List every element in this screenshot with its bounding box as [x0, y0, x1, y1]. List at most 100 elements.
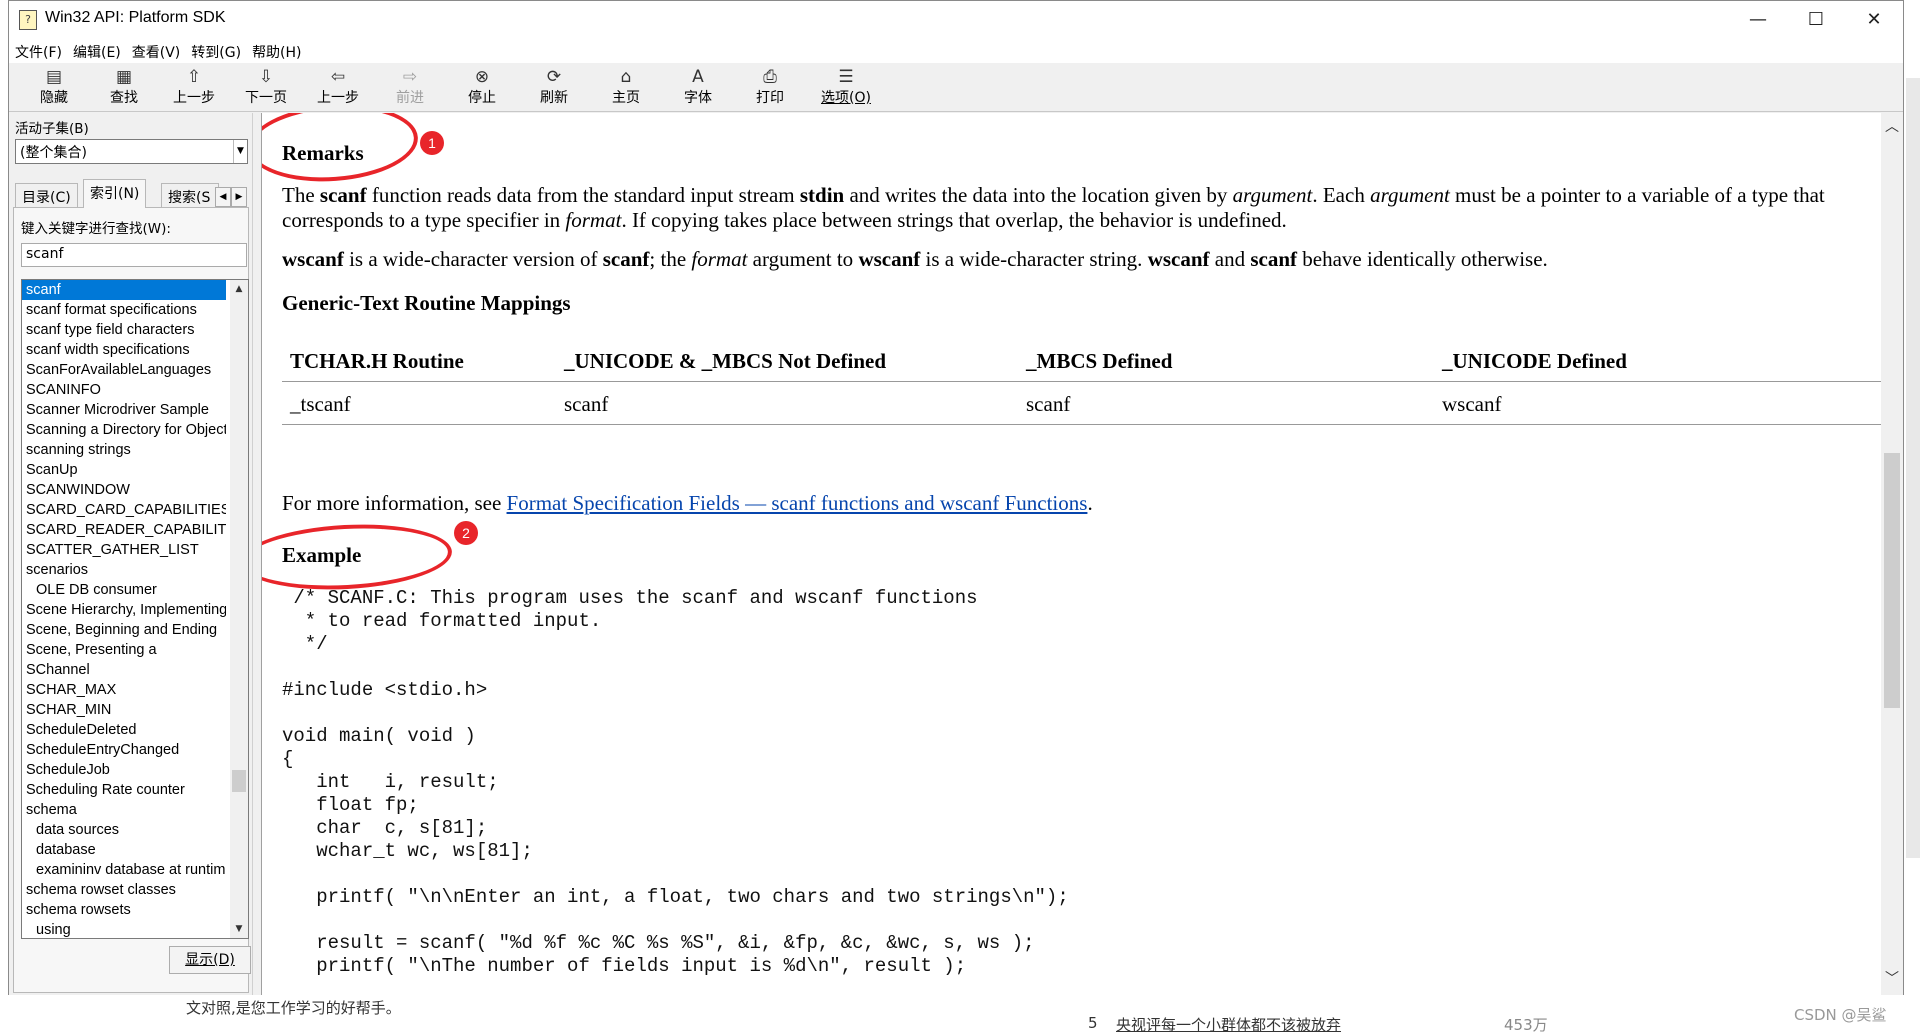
list-item[interactable]: SChannel: [22, 660, 226, 680]
example-code: /* SCANF.C: This program uses the scanf …: [282, 587, 1069, 977]
hide-icon: ▤: [45, 67, 63, 87]
list-item[interactable]: using: [22, 920, 226, 938]
list-item[interactable]: Scanning a Directory for Objects: [22, 420, 226, 440]
list-item[interactable]: SCATTER_GATHER_LIST: [22, 540, 226, 560]
list-item[interactable]: schema rowset classes: [22, 880, 226, 900]
toolbar-options-button[interactable]: ☰ 选项(O): [809, 65, 883, 111]
list-item[interactable]: OLE DB consumer: [22, 580, 226, 600]
list-item[interactable]: Scene, Presenting a: [22, 640, 226, 660]
text-run: argument to: [747, 247, 859, 271]
content-scrollbar[interactable]: ︿ ﹀: [1881, 113, 1903, 995]
list-item[interactable]: scenarios: [22, 560, 226, 580]
menu-help[interactable]: 帮助(H): [246, 39, 306, 62]
chevron-down-icon[interactable]: ▼: [233, 140, 247, 163]
toolbar-refresh-button[interactable]: ⟳ 刷新: [521, 65, 587, 111]
down-arrow-icon: ⇩: [258, 67, 274, 87]
text-run: The: [282, 183, 320, 207]
index-list[interactable]: scanf scanf format specifications scanf ty…: [21, 279, 249, 939]
news-number: 5: [1088, 1014, 1098, 1032]
menu-bar: 文件(F) 编辑(E) 查看(V) 转到(G) 帮助(H): [9, 39, 1903, 63]
list-item[interactable]: SCARD_READER_CAPABILITIES: [22, 520, 226, 540]
news-link[interactable]: 央视评每一个小群体都不该被放弃: [1116, 1014, 1341, 1035]
toolbar-up-button[interactable]: ⇧ 上一步: [161, 65, 227, 111]
chevron-right-icon[interactable]: ▶: [231, 187, 247, 207]
toolbar-locate-button[interactable]: ▦ 查找: [91, 65, 157, 111]
forward-arrow-icon: ⇨: [402, 67, 418, 87]
list-item[interactable]: Scheduling Rate counter: [22, 780, 226, 800]
list-item[interactable]: database: [22, 840, 226, 860]
close-button[interactable]: ✕: [1845, 1, 1903, 39]
list-item[interactable]: data sources: [22, 820, 226, 840]
scroll-down-icon[interactable]: ﹀: [1881, 969, 1903, 991]
list-item[interactable]: schema rowsets: [22, 900, 226, 920]
table-divider: [282, 424, 1892, 425]
display-button[interactable]: 显示(D): [169, 946, 251, 974]
toolbar-hide-button[interactable]: ▤ 隐藏: [21, 65, 87, 111]
text-run: and writes the data into the location gi…: [844, 183, 1233, 207]
news-view-count: 453万: [1504, 1016, 1548, 1034]
list-item[interactable]: ScheduleJob: [22, 760, 226, 780]
list-item[interactable]: ScheduleDeleted: [22, 720, 226, 740]
toolbar-back-button[interactable]: ⇦ 上一步: [305, 65, 371, 111]
toolbar-forward-button[interactable]: ⇨ 前进: [377, 65, 443, 111]
text-run: . Each: [1312, 183, 1371, 207]
text-run: behave identically otherwise.: [1297, 247, 1548, 271]
index-scroll-thumb[interactable]: [232, 770, 246, 792]
stop-icon: ⊗: [474, 67, 490, 87]
menu-edit[interactable]: 编辑(E): [67, 39, 126, 62]
list-item[interactable]: SCARD_CARD_CAPABILITIES: [22, 500, 226, 520]
text-run: argument: [1370, 183, 1450, 207]
text-run: and: [1209, 247, 1251, 271]
content-scroll-thumb[interactable]: [1884, 453, 1900, 708]
toolbar-home-button[interactable]: ⌂ 主页: [593, 65, 659, 111]
table-header-cell: _UNICODE Defined: [1442, 349, 1627, 373]
list-item[interactable]: scanning strings: [22, 440, 226, 460]
tab-contents[interactable]: 目录(C): [15, 183, 78, 207]
list-item[interactable]: scanf width specifications: [22, 340, 226, 360]
toolbar-print-button[interactable]: ⎙ 打印: [737, 65, 803, 111]
subset-dropdown[interactable]: (整个集合) ▼: [15, 139, 248, 164]
scroll-down-icon[interactable]: ▼: [230, 920, 248, 938]
tab-index[interactable]: 索引(N): [83, 179, 147, 208]
toolbar-font-button[interactable]: A 字体: [665, 65, 731, 111]
scroll-up-icon[interactable]: ︿: [1881, 117, 1903, 139]
text-run: ; the: [649, 247, 692, 271]
minimize-button[interactable]: —: [1729, 1, 1787, 39]
format-spec-link[interactable]: Format Specification Fields — scanf func…: [507, 491, 1088, 515]
keyword-input[interactable]: scanf: [21, 243, 247, 267]
scroll-up-icon[interactable]: ▲: [230, 280, 248, 298]
maximize-button[interactable]: ☐: [1787, 1, 1845, 39]
list-item[interactable]: ScheduleEntryChanged: [22, 740, 226, 760]
topic-content: Remarks The scanf function reads data fr…: [262, 113, 1903, 995]
index-list-scrollbar[interactable]: ▲ ▼: [230, 280, 248, 938]
list-item[interactable]: SCANINFO: [22, 380, 226, 400]
text-run: stdin: [799, 183, 845, 207]
list-item[interactable]: scanf type field characters: [22, 320, 226, 340]
menu-file[interactable]: 文件(F): [9, 39, 67, 62]
chevron-left-icon[interactable]: ◀: [215, 187, 231, 207]
list-item[interactable]: scanf format specifications: [22, 300, 226, 320]
menu-view[interactable]: 查看(V): [126, 39, 186, 62]
list-item[interactable]: SCHAR_MIN: [22, 700, 226, 720]
list-item[interactable]: Scene, Beginning and Ending: [22, 620, 226, 640]
list-item[interactable]: Scanner Microdriver Sample: [22, 400, 226, 420]
list-item[interactable]: SCHAR_MAX: [22, 680, 226, 700]
list-item[interactable]: ScanForAvailableLanguages: [22, 360, 226, 380]
toolbar-stop-button[interactable]: ⊗ 停止: [449, 65, 515, 111]
refresh-icon: ⟳: [546, 67, 562, 87]
toolbar-next-page-button[interactable]: ⇩ 下一页: [233, 65, 299, 111]
outer-page-scrollbar[interactable]: [1906, 78, 1920, 858]
pane-splitter[interactable]: [252, 113, 262, 995]
list-item[interactable]: schema: [22, 800, 226, 820]
list-item[interactable]: Scene Hierarchy, Implementing: [22, 600, 226, 620]
app-icon: ?: [19, 10, 37, 30]
text-run: wscanf: [1147, 247, 1210, 271]
list-item[interactable]: SCANWINDOW: [22, 480, 226, 500]
menu-go[interactable]: 转到(G): [185, 39, 246, 62]
locate-icon: ▦: [115, 67, 133, 87]
tab-search[interactable]: 搜索(S: [161, 183, 219, 207]
list-item[interactable]: ScanUp: [22, 460, 226, 480]
list-item[interactable]: examininv database at runtime: [22, 860, 226, 880]
home-icon: ⌂: [620, 67, 632, 87]
list-item[interactable]: scanf: [22, 280, 226, 300]
